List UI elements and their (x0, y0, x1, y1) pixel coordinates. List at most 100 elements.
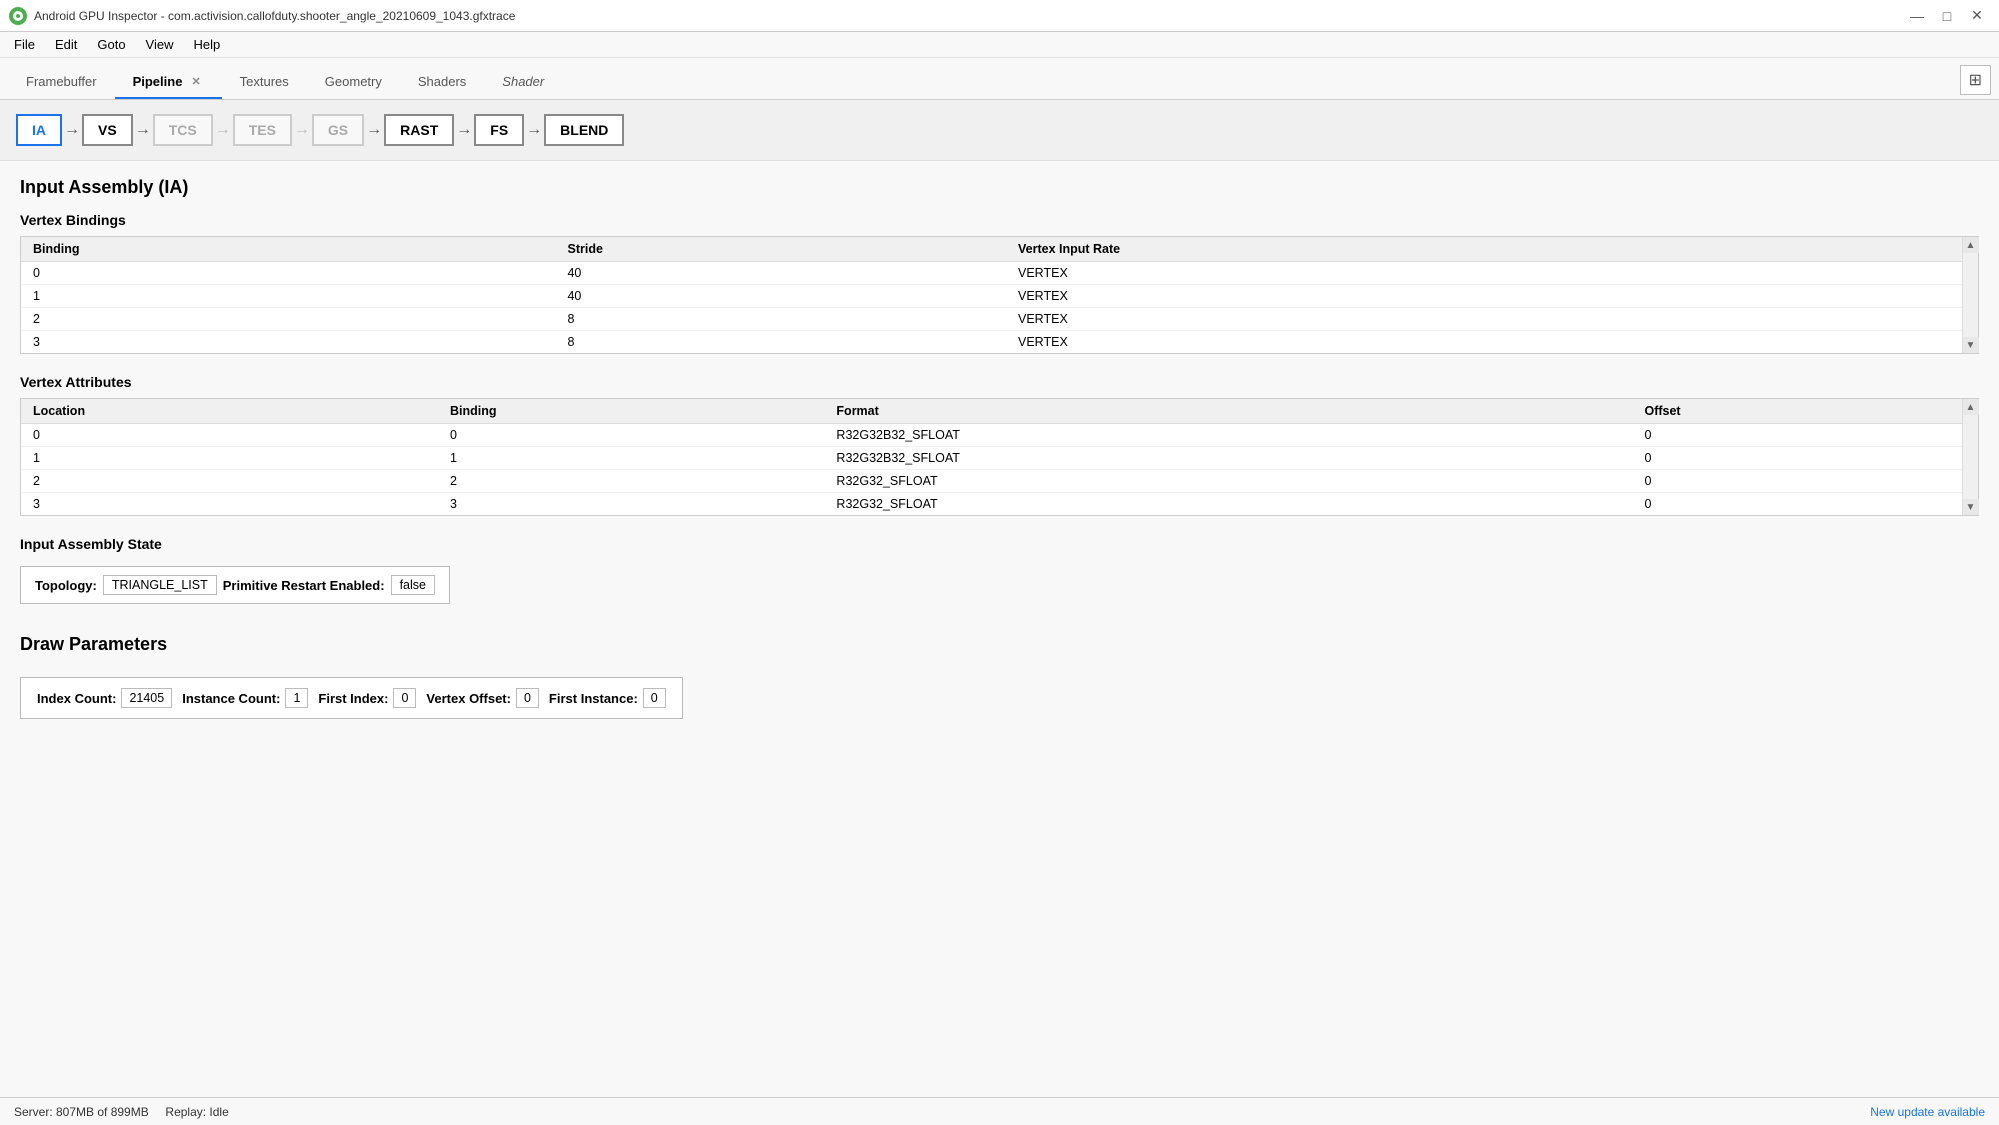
status-left: Server: 807MB of 899MB Replay: Idle (14, 1105, 229, 1119)
col-binding-attr: Binding (438, 399, 824, 424)
topology-label: Topology: (35, 578, 97, 593)
stage-BLEND[interactable]: BLEND (544, 114, 624, 146)
tab-pipeline-close[interactable]: ✕ (188, 74, 203, 89)
title-bar-left: Android GPU Inspector - com.activision.c… (8, 6, 515, 26)
section-gap (20, 604, 1979, 634)
tabs: Framebuffer Pipeline ✕ Textures Geometry… (8, 66, 562, 99)
stage-TCS[interactable]: TCS (153, 114, 213, 146)
maximize-button[interactable]: □ (1933, 4, 1961, 28)
app-icon (8, 6, 28, 26)
vertex-offset-label: Vertex Offset: (426, 691, 511, 706)
vertex-attributes-container: Location Binding Format Offset 00R32G32B… (20, 398, 1979, 516)
menu-edit[interactable]: Edit (45, 35, 87, 54)
col-offset: Offset (1632, 399, 1962, 424)
stage-GS[interactable]: GS (312, 114, 364, 146)
first-instance-value: 0 (643, 688, 666, 708)
menu-goto[interactable]: Goto (87, 35, 135, 54)
col-stride: Stride (555, 237, 1006, 262)
vertex-bindings-title: Vertex Bindings (20, 212, 1979, 228)
draw-params-box: Index Count: 21405 Instance Count: 1 Fir… (20, 677, 683, 719)
assembly-state-title: Input Assembly State (20, 536, 1979, 552)
table-row: 38VERTEX (21, 331, 1962, 354)
stage-FS[interactable]: FS (474, 114, 524, 146)
tab-pipeline[interactable]: Pipeline ✕ (115, 66, 222, 99)
stage-IA[interactable]: IA (16, 114, 62, 146)
table-row: 22R32G32_SFLOAT0 (21, 470, 1962, 493)
col-vertex-input-rate: Vertex Input Rate (1006, 237, 1962, 262)
stage-TES[interactable]: TES (233, 114, 292, 146)
vertex-bindings-scrollbar: ▲ ▼ (1962, 237, 1978, 353)
index-count-label: Index Count: (37, 691, 116, 706)
tab-shader-label: Shader (502, 74, 544, 89)
first-index-label: First Index: (318, 691, 388, 706)
first-index-group: First Index: 0 (318, 688, 416, 708)
draw-params-title: Draw Parameters (20, 634, 1979, 655)
tab-shaders-label: Shaders (418, 74, 466, 89)
server-info: Server: 807MB of 899MB (14, 1105, 149, 1119)
table-row: 11R32G32B32_SFLOAT0 (21, 447, 1962, 470)
tab-geometry-label: Geometry (325, 74, 382, 89)
vertex-bindings-container: Binding Stride Vertex Input Rate 040VERT… (20, 236, 1979, 354)
first-instance-group: First Instance: 0 (549, 688, 666, 708)
scroll-track-attr (1963, 415, 1978, 499)
tab-geometry[interactable]: Geometry (307, 66, 400, 99)
primitive-label: Primitive Restart Enabled: (223, 578, 385, 593)
update-link[interactable]: New update available (1870, 1105, 1985, 1119)
scroll-down-button[interactable]: ▼ (1963, 337, 1979, 353)
table-row: 140VERTEX (21, 285, 1962, 308)
title-bar: Android GPU Inspector - com.activision.c… (0, 0, 1999, 32)
draw-parameters-section: Draw Parameters Index Count: 21405 Insta… (20, 634, 1979, 719)
window-title: Android GPU Inspector - com.activision.c… (34, 9, 515, 23)
arrow-3: → (215, 121, 231, 139)
arrow-4: → (294, 121, 310, 139)
arrow-6: → (456, 121, 472, 139)
arrow-7: → (526, 121, 542, 139)
tab-framebuffer-label: Framebuffer (26, 74, 97, 89)
col-format: Format (824, 399, 1632, 424)
instance-count-label: Instance Count: (182, 691, 280, 706)
scroll-up-attr-button[interactable]: ▲ (1963, 399, 1979, 415)
col-binding: Binding (21, 237, 555, 262)
expand-button[interactable]: ⊞ (1960, 65, 1991, 95)
arrow-2: → (135, 121, 151, 139)
arrow-1: → (64, 121, 80, 139)
tab-pipeline-label: Pipeline (133, 74, 183, 89)
minimize-button[interactable]: — (1903, 4, 1931, 28)
stage-RAST[interactable]: RAST (384, 114, 454, 146)
tab-shader[interactable]: Shader (484, 66, 562, 99)
tab-framebuffer[interactable]: Framebuffer (8, 66, 115, 99)
menu-bar: File Edit Goto View Help (0, 32, 1999, 58)
main-content: Input Assembly (IA) Vertex Bindings Bind… (0, 161, 1999, 1097)
replay-info: Replay: Idle (165, 1105, 228, 1119)
col-location: Location (21, 399, 438, 424)
input-assembly-section: Input Assembly (IA) Vertex Bindings Bind… (20, 177, 1979, 604)
tab-shaders[interactable]: Shaders (400, 66, 484, 99)
vertex-offset-value: 0 (516, 688, 539, 708)
title-bar-controls: — □ ✕ (1903, 4, 1991, 28)
table-row: 040VERTEX (21, 262, 1962, 285)
tab-textures[interactable]: Textures (222, 66, 307, 99)
topology-value: TRIANGLE_LIST (103, 575, 217, 595)
table-row: 33R32G32_SFLOAT0 (21, 493, 1962, 516)
status-bar: Server: 807MB of 899MB Replay: Idle New … (0, 1097, 1999, 1125)
close-button[interactable]: ✕ (1963, 4, 1991, 28)
vertex-bindings-table: Binding Stride Vertex Input Rate 040VERT… (21, 237, 1962, 353)
menu-help[interactable]: Help (184, 35, 231, 54)
scroll-down-attr-button[interactable]: ▼ (1963, 499, 1979, 515)
tab-bar: Framebuffer Pipeline ✕ Textures Geometry… (0, 58, 1999, 100)
pipeline-bar: IA → VS → TCS → TES → GS → RAST → FS → B… (0, 100, 1999, 161)
vertex-attributes-title: Vertex Attributes (20, 374, 1979, 390)
index-count-group: Index Count: 21405 (37, 688, 172, 708)
vertex-attributes-scrollbar: ▲ ▼ (1962, 399, 1978, 515)
instance-count-value: 1 (285, 688, 308, 708)
index-count-value: 21405 (121, 688, 172, 708)
stage-VS[interactable]: VS (82, 114, 133, 146)
first-index-value: 0 (393, 688, 416, 708)
section-title-ia: Input Assembly (IA) (20, 177, 1979, 198)
tab-textures-label: Textures (240, 74, 289, 89)
scroll-up-button[interactable]: ▲ (1963, 237, 1979, 253)
primitive-value: false (391, 575, 435, 595)
menu-view[interactable]: View (136, 35, 184, 54)
menu-file[interactable]: File (4, 35, 45, 54)
arrow-5: → (366, 121, 382, 139)
